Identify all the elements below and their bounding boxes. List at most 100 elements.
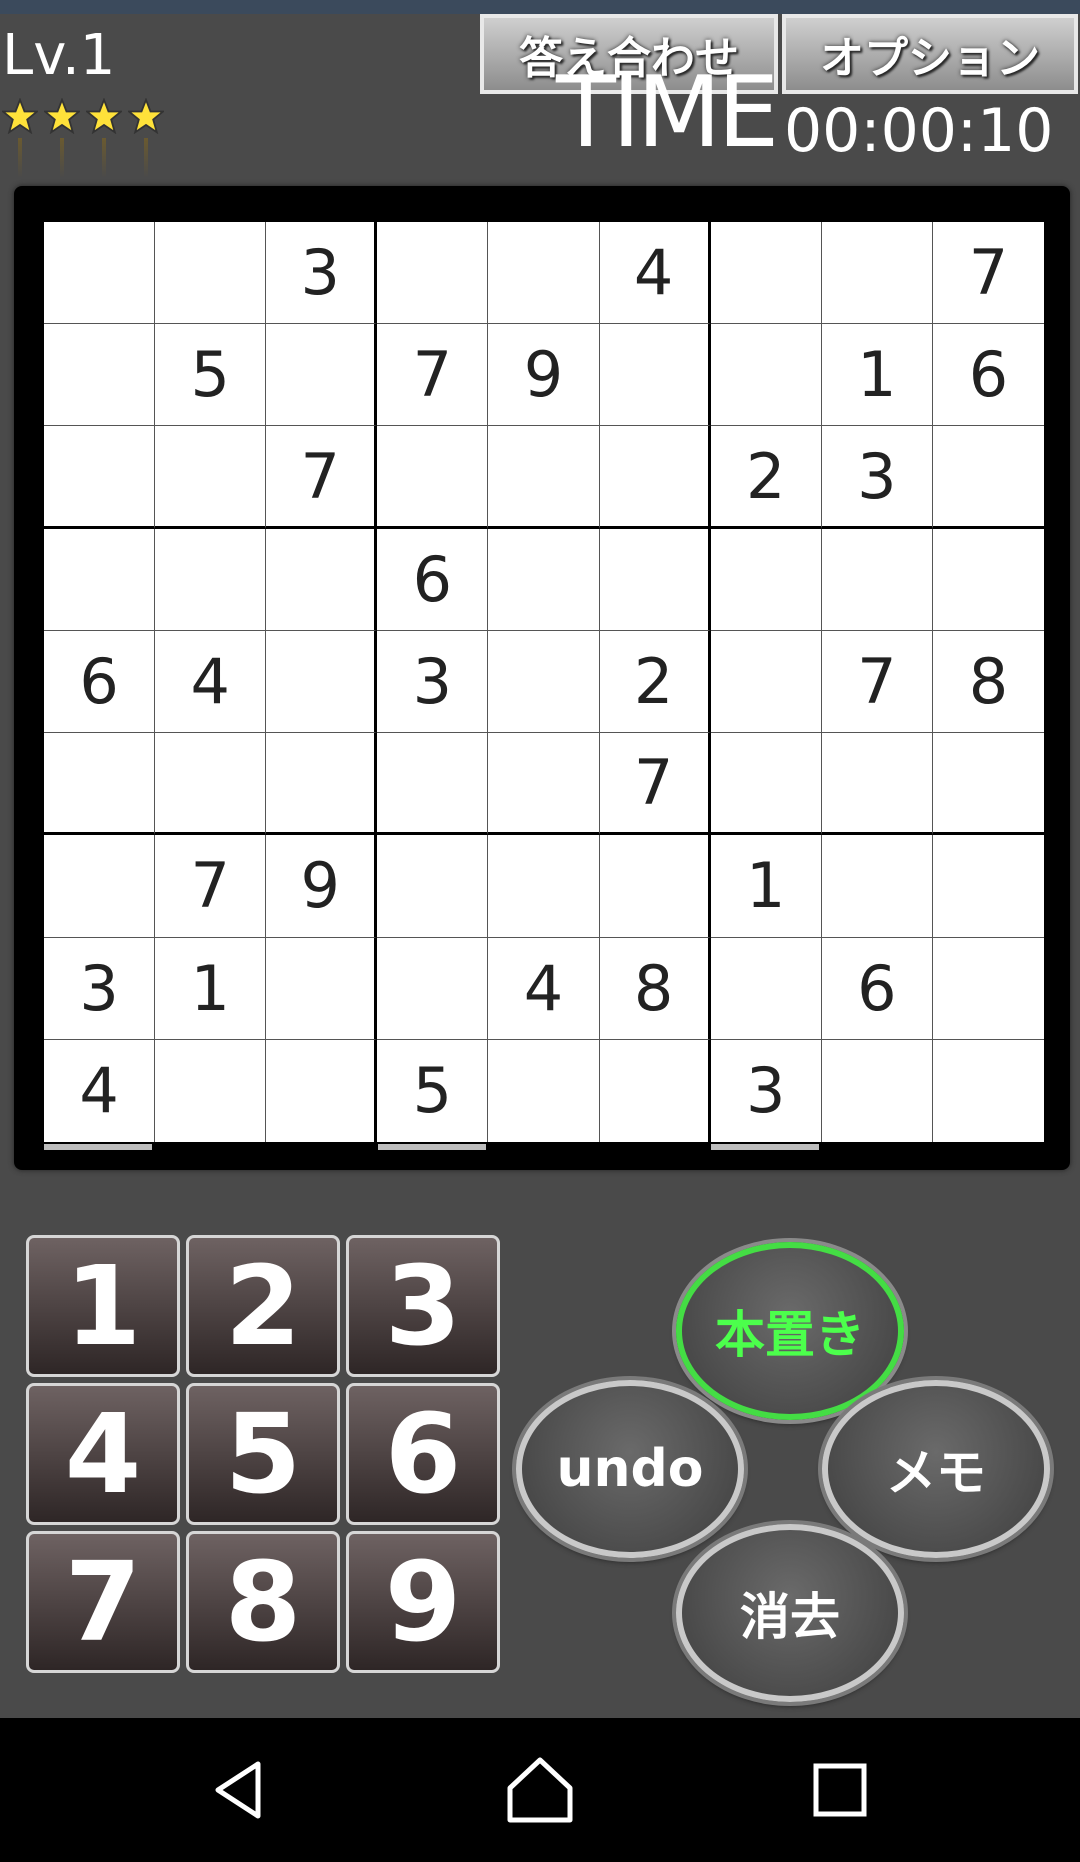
- grid-cell[interactable]: [932, 733, 1044, 836]
- grid-cell[interactable]: [710, 222, 822, 325]
- grid-cell[interactable]: 1: [821, 324, 933, 427]
- grid-cell[interactable]: 3: [266, 222, 378, 325]
- grid-cell[interactable]: [155, 733, 267, 836]
- grid-cell[interactable]: 7: [155, 835, 267, 938]
- grid-cell[interactable]: [44, 324, 156, 427]
- grid-cell[interactable]: 5: [377, 1039, 489, 1142]
- grid-cell[interactable]: 6: [821, 937, 933, 1040]
- grid-cell[interactable]: [710, 630, 822, 734]
- grid-cell[interactable]: 4: [488, 937, 600, 1040]
- grid-cell[interactable]: [377, 222, 489, 325]
- grid-cell[interactable]: [821, 1039, 933, 1142]
- grid-cell[interactable]: [821, 528, 933, 631]
- grid-cell[interactable]: [377, 937, 489, 1040]
- grid-cell[interactable]: [488, 426, 600, 529]
- grid-cell[interactable]: [932, 835, 1044, 938]
- grid-cell[interactable]: [155, 222, 267, 325]
- grid-cell[interactable]: 4: [599, 222, 711, 325]
- grid-cell[interactable]: 6: [377, 528, 489, 631]
- grid-cell[interactable]: [488, 835, 600, 938]
- grid-cell[interactable]: 9: [266, 835, 378, 938]
- grid-cell[interactable]: 3: [44, 937, 156, 1040]
- place-number-button[interactable]: 本置き: [676, 1242, 904, 1420]
- grid-cell[interactable]: 7: [266, 426, 378, 529]
- memo-button[interactable]: メモ: [822, 1380, 1050, 1558]
- grid-cell[interactable]: 3: [710, 1039, 822, 1142]
- grid-cell[interactable]: [155, 1039, 267, 1142]
- grid-cell[interactable]: [266, 324, 378, 427]
- number-key-6[interactable]: 6: [346, 1383, 500, 1525]
- grid-cell[interactable]: [599, 426, 711, 529]
- grid-cell[interactable]: [377, 733, 489, 836]
- grid-cell[interactable]: [821, 222, 933, 325]
- sudoku-grid: 347579167236643278779131486453: [44, 222, 1044, 1142]
- grid-cell[interactable]: 3: [377, 630, 489, 734]
- grid-cell[interactable]: [932, 937, 1044, 1040]
- grid-cell[interactable]: 2: [710, 426, 822, 529]
- grid-cell[interactable]: [44, 222, 156, 325]
- back-triangle-icon[interactable]: [204, 1754, 276, 1826]
- grid-cell[interactable]: 8: [599, 937, 711, 1040]
- grid-cell[interactable]: 7: [377, 324, 489, 427]
- grid-cell[interactable]: [599, 835, 711, 938]
- grid-cell[interactable]: 4: [44, 1039, 156, 1142]
- grid-cell[interactable]: 6: [932, 324, 1044, 427]
- grid-cell[interactable]: [377, 835, 489, 938]
- grid-cell[interactable]: [488, 222, 600, 325]
- grid-cell[interactable]: 5: [155, 324, 267, 427]
- grid-cell[interactable]: [488, 630, 600, 734]
- grid-cell[interactable]: 1: [155, 937, 267, 1040]
- grid-cell[interactable]: [266, 1039, 378, 1142]
- grid-cell[interactable]: [710, 324, 822, 427]
- options-button[interactable]: オプション: [782, 14, 1078, 94]
- grid-cell[interactable]: [821, 733, 933, 836]
- number-key-8[interactable]: 8: [186, 1531, 340, 1673]
- grid-cell[interactable]: [488, 733, 600, 836]
- grid-cell[interactable]: 7: [599, 733, 711, 836]
- grid-cell[interactable]: 6: [44, 630, 156, 734]
- grid-cell[interactable]: [44, 733, 156, 836]
- grid-cell[interactable]: 1: [710, 835, 822, 938]
- number-key-1[interactable]: 1: [26, 1235, 180, 1377]
- grid-cell[interactable]: 8: [932, 630, 1044, 734]
- grid-cell[interactable]: [932, 528, 1044, 631]
- number-key-2[interactable]: 2: [186, 1235, 340, 1377]
- grid-cell[interactable]: [44, 835, 156, 938]
- grid-cell[interactable]: 3: [821, 426, 933, 529]
- grid-cell[interactable]: [266, 733, 378, 836]
- grid-cell[interactable]: [266, 630, 378, 734]
- grid-cell[interactable]: [599, 324, 711, 427]
- number-key-3[interactable]: 3: [346, 1235, 500, 1377]
- grid-cell[interactable]: [44, 426, 156, 529]
- grid-cell[interactable]: 7: [932, 222, 1044, 325]
- number-key-9[interactable]: 9: [346, 1531, 500, 1673]
- grid-cell[interactable]: [377, 426, 489, 529]
- grid-cell[interactable]: [821, 835, 933, 938]
- grid-cell[interactable]: 9: [488, 324, 600, 427]
- number-key-7[interactable]: 7: [26, 1531, 180, 1673]
- grid-cell[interactable]: [488, 528, 600, 631]
- grid-cell[interactable]: [710, 528, 822, 631]
- grid-cell[interactable]: [710, 733, 822, 836]
- erase-button[interactable]: 消去: [676, 1524, 904, 1702]
- grid-cell[interactable]: 2: [599, 630, 711, 734]
- grid-cell[interactable]: [932, 1039, 1044, 1142]
- grid-cell[interactable]: [599, 1039, 711, 1142]
- number-key-5[interactable]: 5: [186, 1383, 340, 1525]
- grid-cell[interactable]: [266, 937, 378, 1040]
- grid-cell[interactable]: [932, 426, 1044, 529]
- grid-cell[interactable]: [155, 426, 267, 529]
- column-highlight: [711, 1144, 819, 1150]
- grid-cell[interactable]: [44, 528, 156, 631]
- grid-cell[interactable]: [266, 528, 378, 631]
- home-icon[interactable]: [504, 1754, 576, 1826]
- grid-cell[interactable]: 7: [821, 630, 933, 734]
- grid-cell[interactable]: [488, 1039, 600, 1142]
- recent-apps-icon[interactable]: [804, 1754, 876, 1826]
- undo-button[interactable]: undo: [516, 1380, 744, 1558]
- grid-cell[interactable]: [710, 937, 822, 1040]
- grid-cell[interactable]: 4: [155, 630, 267, 734]
- number-key-4[interactable]: 4: [26, 1383, 180, 1525]
- grid-cell[interactable]: [155, 528, 267, 631]
- grid-cell[interactable]: [599, 528, 711, 631]
